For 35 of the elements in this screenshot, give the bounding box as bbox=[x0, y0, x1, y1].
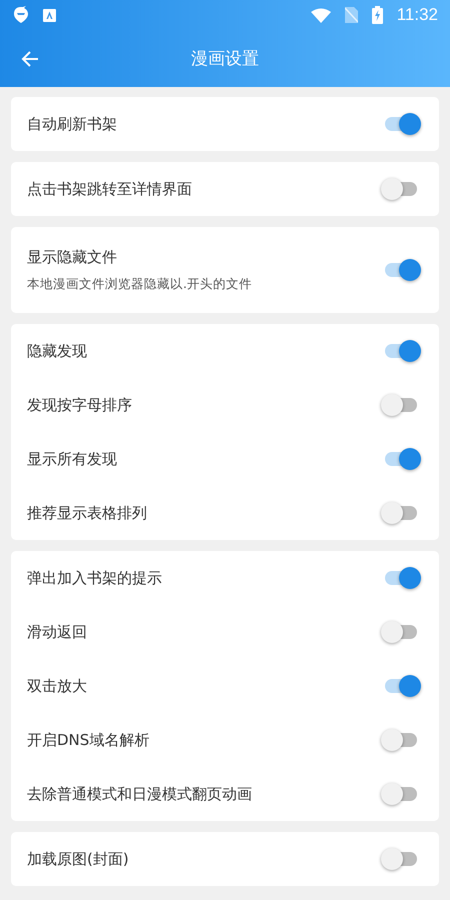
setting-label: 自动刷新书架 bbox=[27, 114, 118, 134]
setting-label: 显示所有发现 bbox=[27, 450, 118, 468]
wifi-icon bbox=[310, 8, 331, 22]
toggle-switch[interactable] bbox=[383, 675, 419, 697]
toggle-switch[interactable] bbox=[383, 729, 419, 751]
setting-label: 推荐显示表格排列 bbox=[27, 504, 148, 522]
setting-label: 弹出加入书架的提示 bbox=[27, 568, 163, 588]
setting-label: 去除普通模式和日漫模式翻页动画 bbox=[27, 784, 253, 804]
toggle-switch[interactable] bbox=[383, 113, 419, 135]
setting-label: 点击书架跳转至详情界面 bbox=[27, 180, 193, 198]
page-title: 漫画设置 bbox=[191, 49, 259, 69]
setting-label: 加载原图(封面) bbox=[27, 850, 130, 868]
toggle-switch[interactable] bbox=[383, 848, 419, 870]
setting-label: 显示隐藏文件 bbox=[27, 248, 118, 266]
toggle-switch[interactable] bbox=[383, 178, 419, 200]
setting-label: 发现按字母排序 bbox=[27, 396, 133, 414]
battery-icon bbox=[372, 6, 383, 24]
toggle-switch[interactable] bbox=[383, 259, 419, 281]
toggle-switch[interactable] bbox=[383, 394, 419, 416]
setting-label: 双击放大 bbox=[27, 676, 88, 696]
status-time: 11:32 bbox=[396, 5, 438, 25]
toggle-switch[interactable] bbox=[383, 502, 419, 524]
setting-label: 隐藏发现 bbox=[27, 342, 88, 360]
setting-label: 开启DNS域名解析 bbox=[27, 730, 150, 750]
back-arrow-icon bbox=[21, 50, 39, 68]
app-notification-icon bbox=[13, 6, 29, 24]
notification-icon bbox=[43, 8, 56, 22]
toggle-switch[interactable] bbox=[383, 783, 419, 805]
no-sim-icon bbox=[344, 7, 358, 23]
toggle-switch[interactable] bbox=[383, 567, 419, 589]
setting-label: 滑动返回 bbox=[27, 622, 88, 642]
setting-description: 本地漫画文件浏览器隐藏以.开头的文件 bbox=[27, 276, 253, 292]
toggle-switch[interactable] bbox=[383, 340, 419, 362]
toggle-switch[interactable] bbox=[383, 448, 419, 470]
toggle-switch[interactable] bbox=[383, 621, 419, 643]
